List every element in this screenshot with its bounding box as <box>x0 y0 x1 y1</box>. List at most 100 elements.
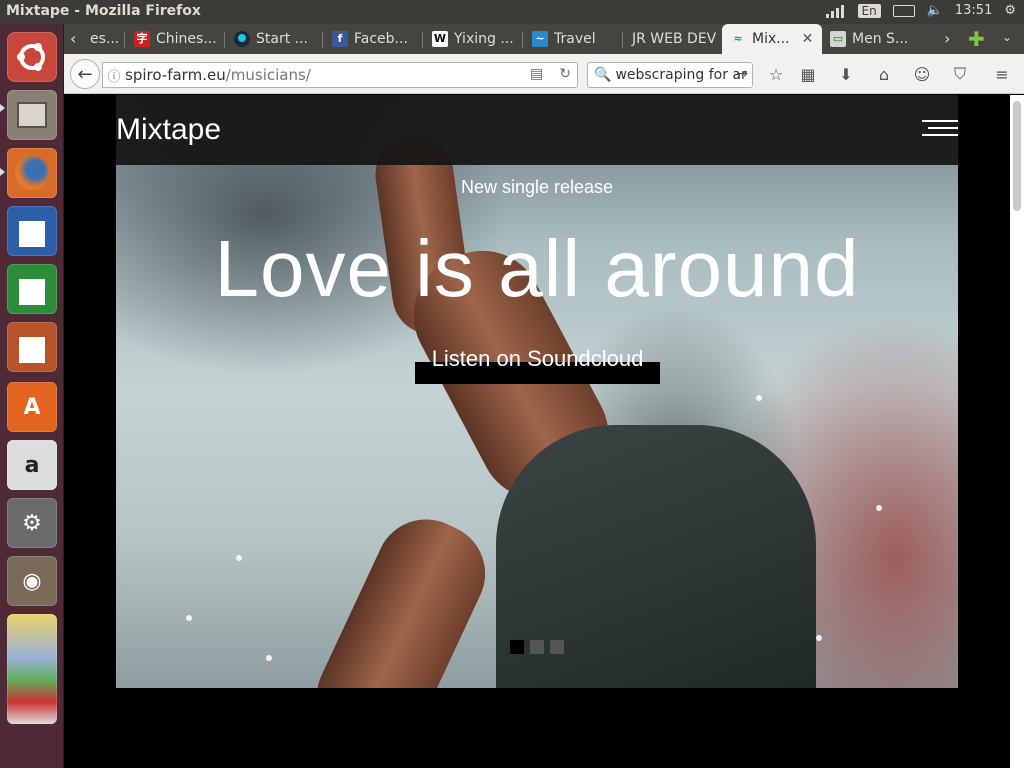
launcher-pip <box>0 168 5 176</box>
system-tray: En 🔈 13:51 ⚙ <box>825 3 1016 18</box>
soundcloud-button[interactable]: Listen on Soundcloud <box>415 346 660 384</box>
slider-dot[interactable] <box>530 640 544 654</box>
home-icon[interactable]: ⌂ <box>874 64 894 84</box>
clock[interactable]: 13:51 <box>955 3 992 18</box>
hero-image-lower-arm <box>300 502 502 688</box>
search-icon: 🔍 <box>594 67 612 83</box>
tabs-scroll-left-icon[interactable]: ‹ <box>70 29 76 48</box>
site-info-icon[interactable]: ⓘ <box>103 66 125 85</box>
site-header: Mixtape <box>116 95 958 165</box>
url-path: /musicians/ <box>225 66 311 84</box>
soundcloud-button-label: Listen on Soundcloud <box>431 346 644 371</box>
network-icon[interactable] <box>825 4 846 18</box>
site-logo[interactable]: Mixtape <box>116 113 221 147</box>
mixtape-favicon-icon: ≈ <box>733 32 743 45</box>
url-host: spiro-farm.eu <box>125 66 226 84</box>
tab-label: Faceb... <box>354 31 408 47</box>
tabs-scroll-right-icon[interactable]: › <box>944 29 950 48</box>
files-icon[interactable] <box>7 90 57 140</box>
page-scrollbar[interactable] <box>1010 95 1024 768</box>
chinese-favicon-icon: 字 <box>134 31 150 47</box>
stacked-apps-icon[interactable] <box>7 614 57 724</box>
bookmarks-library-icon[interactable]: ▦ <box>798 64 818 84</box>
tab-separator <box>522 32 523 48</box>
search-go-icon[interactable]: → <box>736 66 748 82</box>
travel-favicon-icon: ~ <box>532 31 548 47</box>
gimp-icon[interactable]: ◉ <box>7 556 57 606</box>
close-tab-icon[interactable]: ✕ <box>802 31 814 47</box>
tab-label: Yixing ... <box>454 31 514 47</box>
tab[interactable]: JR WEB DEV <box>624 24 722 54</box>
battery-icon[interactable] <box>892 4 915 17</box>
libreoffice-impress-icon[interactable] <box>7 322 57 372</box>
search-value: webscraping for ar <box>615 67 747 83</box>
libreoffice-writer-icon[interactable] <box>7 206 57 256</box>
tab-separator <box>622 32 623 48</box>
tab-list-dropdown-icon[interactable]: ⌄ <box>1002 30 1012 44</box>
hero-headline: Love is all around <box>214 224 860 313</box>
new-tab-icon[interactable]: ✚ <box>968 27 985 51</box>
tab-separator <box>422 32 423 48</box>
tab-active[interactable]: ≈ Mix... ✕ <box>722 24 822 54</box>
start-favicon-icon <box>234 31 250 47</box>
hamburger-menu-icon[interactable] <box>922 120 958 138</box>
slider-pagination <box>510 640 564 654</box>
sparkle <box>266 655 272 661</box>
browser-tab-bar: ‹ es... 字 Chines... Start ... f Faceb...… <box>64 24 1024 54</box>
reload-icon[interactable]: ↻ <box>559 66 571 82</box>
tab[interactable]: W Yixing ... <box>424 24 520 54</box>
tab[interactable]: ~ Travel <box>524 24 620 54</box>
launcher-pip <box>0 104 5 112</box>
men-favicon-icon: ▭ <box>830 31 846 47</box>
page-viewport: Mixtape New single release Love is all a… <box>64 95 1010 768</box>
facebook-favicon-icon: f <box>332 31 348 47</box>
search-input[interactable]: 🔍 webscraping for ar → <box>587 62 753 88</box>
wikipedia-favicon-icon: W <box>432 31 448 47</box>
tab[interactable]: ▭ Men S... <box>822 24 918 54</box>
browser-nav-bar: ← ⓘ spiro-farm.eu/musicians/ ▤ ↻ 🔍 websc… <box>64 54 1024 94</box>
chat-icon[interactable]: ☺ <box>912 64 932 84</box>
url-bar[interactable]: ⓘ spiro-farm.eu/musicians/ ▤ ↻ <box>102 62 578 88</box>
slider-dot[interactable] <box>550 640 564 654</box>
sparkle <box>236 555 242 561</box>
downloads-icon[interactable]: ⬇ <box>836 64 856 84</box>
sparkle <box>816 635 822 641</box>
firefox-icon[interactable] <box>7 148 57 198</box>
tab-label: es... <box>90 31 120 47</box>
ubuntu-dash-icon[interactable] <box>7 32 57 82</box>
tab-separator <box>322 32 323 48</box>
tab[interactable]: f Faceb... <box>324 24 420 54</box>
slider-dot[interactable] <box>510 640 524 654</box>
sparkle <box>186 615 192 621</box>
tab-label: Start ... <box>256 31 309 47</box>
system-settings-icon[interactable]: ⚙ <box>7 498 57 548</box>
sparkle <box>756 395 762 401</box>
scrollbar-thumb[interactable] <box>1013 101 1021 211</box>
tab[interactable]: 字 Chines... <box>126 24 222 54</box>
system-top-bar: Mixtape - Mozilla Firefox En 🔈 13:51 ⚙ <box>0 0 1024 24</box>
hero-slider: Mixtape New single release Love is all a… <box>116 95 958 688</box>
bookmark-star-icon[interactable]: ☆ <box>766 64 786 84</box>
hero-subtitle: New single release <box>460 177 614 197</box>
sparkle <box>876 505 882 511</box>
tab-label: JR WEB DEV <box>632 31 717 47</box>
tab-label: Men S... <box>852 31 909 47</box>
back-arrow-icon: ← <box>77 63 93 85</box>
unity-launcher: A a ⚙ ◉ <box>0 24 64 768</box>
keyboard-layout-indicator[interactable]: En <box>857 3 881 18</box>
pocket-icon[interactable]: ⛉ <box>950 64 970 84</box>
reader-view-icon[interactable]: ▤ <box>530 66 543 82</box>
settings-gear-icon[interactable]: ⚙ <box>1004 3 1016 18</box>
volume-icon[interactable]: 🔈 <box>927 3 943 18</box>
tab-label: Mix... <box>752 31 790 47</box>
amazon-icon[interactable]: a <box>7 440 57 490</box>
tab[interactable]: Start ... <box>226 24 320 54</box>
menu-icon[interactable]: ≡ <box>992 64 1012 84</box>
software-center-icon[interactable]: A <box>7 382 57 432</box>
window-title: Mixtape - Mozilla Firefox <box>6 3 201 19</box>
tab-separator <box>224 32 225 48</box>
tab-separator <box>124 32 125 48</box>
back-button[interactable]: ← <box>70 59 100 89</box>
libreoffice-calc-icon[interactable] <box>7 264 57 314</box>
tab[interactable]: es... <box>82 24 122 54</box>
